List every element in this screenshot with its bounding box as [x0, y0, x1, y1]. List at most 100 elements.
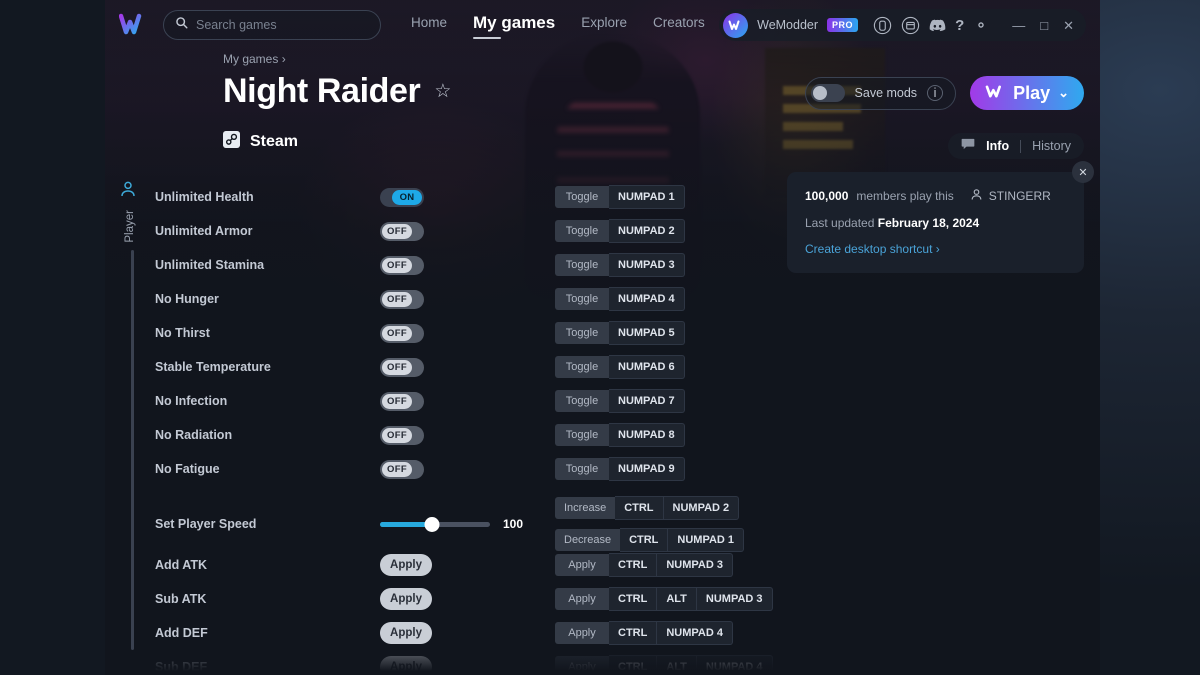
hotkey-key[interactable]: NUMPAD 4: [657, 621, 733, 645]
person-icon[interactable]: [119, 180, 145, 203]
help-icon[interactable]: ?: [955, 17, 964, 34]
hotkey-action[interactable]: Toggle: [555, 424, 609, 446]
hotkey-key[interactable]: NUMPAD 3: [657, 553, 733, 577]
close-icon[interactable]: ✕: [1072, 161, 1094, 183]
search-input[interactable]: [196, 18, 369, 32]
apply-button[interactable]: Apply: [380, 588, 432, 610]
hotkey-key[interactable]: NUMPAD 4: [609, 287, 685, 311]
cheat-toggle[interactable]: OFF: [380, 459, 424, 479]
hotkey-key[interactable]: NUMPAD 7: [609, 389, 685, 413]
hotkey-key[interactable]: CTRL: [609, 553, 658, 577]
hotkey-action[interactable]: Apply: [555, 622, 609, 644]
hotkey-group[interactable]: Apply CTRL NUMPAD 4: [555, 621, 733, 645]
hotkey-action[interactable]: Increase: [555, 497, 616, 519]
cheat-toggle[interactable]: OFF: [380, 323, 424, 343]
hotkey-action[interactable]: Apply: [555, 554, 609, 576]
slider-thumb[interactable]: [424, 516, 440, 532]
hotkey-key[interactable]: ALT: [657, 587, 697, 611]
apply-button[interactable]: Apply: [380, 554, 432, 576]
hotkey-key[interactable]: NUMPAD 2: [663, 496, 740, 520]
nav-item-home[interactable]: Home: [411, 15, 447, 35]
hotkey-key[interactable]: NUMPAD 2: [609, 219, 685, 243]
hotkey-group[interactable]: Apply CTRL ALT NUMPAD 4: [555, 655, 773, 675]
hotkey-key[interactable]: NUMPAD 9: [609, 457, 685, 481]
save-mods-switch[interactable]: [810, 84, 845, 102]
create-desktop-shortcut-link[interactable]: Create desktop shortcut ›: [805, 242, 1066, 256]
apply-button[interactable]: Apply: [380, 656, 432, 675]
hotkey-group-increase[interactable]: Increase CTRL NUMPAD 2: [555, 496, 744, 520]
hotkey-group[interactable]: Toggle NUMPAD 1: [555, 185, 685, 209]
hotkey-key[interactable]: CTRL: [609, 587, 658, 611]
hotkey-key[interactable]: CTRL: [615, 496, 664, 520]
hotkey-key[interactable]: CTRL: [609, 621, 658, 645]
nav-item-creators[interactable]: Creators: [653, 15, 705, 35]
hotkey-key[interactable]: NUMPAD 8: [609, 423, 685, 447]
window-close-button[interactable]: ✕: [1063, 19, 1074, 32]
hotkey-key[interactable]: NUMPAD 1: [609, 185, 685, 209]
hotkey-key[interactable]: ALT: [657, 655, 697, 675]
hotkey-key[interactable]: NUMPAD 3: [609, 253, 685, 277]
hotkey-action[interactable]: Apply: [555, 588, 609, 610]
hotkey-action[interactable]: Decrease: [555, 529, 621, 551]
hotkey-action[interactable]: Toggle: [555, 288, 609, 310]
discord-icon[interactable]: [929, 19, 946, 32]
window-minimize-button[interactable]: —: [1012, 19, 1025, 32]
nav-item-explore[interactable]: Explore: [581, 15, 627, 35]
cheat-toggle[interactable]: OFF: [380, 391, 424, 411]
cheat-toggle[interactable]: OFF: [380, 357, 424, 377]
hotkey-group[interactable]: Apply CTRL NUMPAD 3: [555, 553, 733, 577]
window-maximize-button[interactable]: □: [1040, 19, 1048, 32]
hotkey-group[interactable]: Toggle NUMPAD 4: [555, 287, 685, 311]
hotkey-action[interactable]: Toggle: [555, 186, 609, 208]
mobile-icon[interactable]: [873, 16, 892, 35]
hotkey-key[interactable]: CTRL: [620, 528, 669, 552]
hotkey-action[interactable]: Toggle: [555, 390, 609, 412]
hotkey-group[interactable]: Apply CTRL ALT NUMPAD 3: [555, 587, 773, 611]
hotkey-action[interactable]: Toggle: [555, 356, 609, 378]
cheat-toggle[interactable]: OFF: [380, 255, 424, 275]
hotkey-group-decrease[interactable]: Decrease CTRL NUMPAD 1: [555, 528, 745, 552]
cheat-toggle[interactable]: OFF: [380, 289, 424, 309]
hotkey-action[interactable]: Toggle: [555, 322, 609, 344]
tab-info[interactable]: Info: [986, 139, 1009, 153]
player-speed-slider[interactable]: 100: [380, 516, 523, 532]
hotkey-key[interactable]: NUMPAD 3: [696, 587, 773, 611]
hotkey-group[interactable]: Toggle NUMPAD 2: [555, 219, 685, 243]
hotkey-action[interactable]: Apply: [555, 656, 609, 675]
hotkey-action[interactable]: Toggle: [555, 458, 609, 480]
hotkey-action[interactable]: Toggle: [555, 220, 609, 242]
search-bar[interactable]: [163, 10, 381, 40]
apply-button[interactable]: Apply: [380, 622, 432, 644]
settings-icon[interactable]: [973, 17, 989, 33]
cheat-toggle[interactable]: OFF: [380, 425, 424, 445]
hotkey-key[interactable]: NUMPAD 5: [609, 321, 685, 345]
avatar[interactable]: [723, 12, 749, 38]
breadcrumb-my-games[interactable]: My games: [223, 52, 278, 66]
hotkey-key[interactable]: NUMPAD 4: [696, 655, 773, 675]
wemod-logo-icon[interactable]: [118, 12, 149, 38]
hotkey-group[interactable]: Toggle NUMPAD 7: [555, 389, 685, 413]
hotkey-key[interactable]: NUMPAD 6: [609, 355, 685, 379]
save-mods-toggle[interactable]: Save mods i: [804, 76, 957, 110]
chevron-down-icon[interactable]: ⌄: [1058, 85, 1069, 101]
breadcrumb[interactable]: My games ›: [223, 52, 286, 66]
info-icon[interactable]: i: [927, 85, 944, 101]
cheat-toggle[interactable]: OFF: [380, 221, 424, 241]
hotkey-key[interactable]: CTRL: [609, 655, 658, 675]
hotkey-group[interactable]: Toggle NUMPAD 3: [555, 253, 685, 277]
star-icon[interactable]: ☆: [434, 80, 451, 103]
play-button[interactable]: Play ⌄: [970, 76, 1084, 110]
chat-icon[interactable]: [961, 137, 975, 155]
hotkey-group[interactable]: Toggle NUMPAD 8: [555, 423, 685, 447]
hotkey-group[interactable]: Toggle NUMPAD 5: [555, 321, 685, 345]
archive-icon[interactable]: [901, 16, 920, 35]
hotkey-key[interactable]: NUMPAD 1: [668, 528, 745, 552]
nav-item-my-games[interactable]: My games: [473, 13, 555, 39]
hotkey-group[interactable]: Toggle NUMPAD 6: [555, 355, 685, 379]
slider-track[interactable]: [380, 516, 490, 532]
hotkey-action[interactable]: Toggle: [555, 254, 609, 276]
hotkey-group[interactable]: Toggle NUMPAD 9: [555, 457, 685, 481]
cheat-toggle[interactable]: ON: [380, 187, 424, 207]
user-menu[interactable]: WeModder PRO ? — □ ✕: [719, 9, 1086, 41]
tab-history[interactable]: History: [1032, 139, 1071, 153]
